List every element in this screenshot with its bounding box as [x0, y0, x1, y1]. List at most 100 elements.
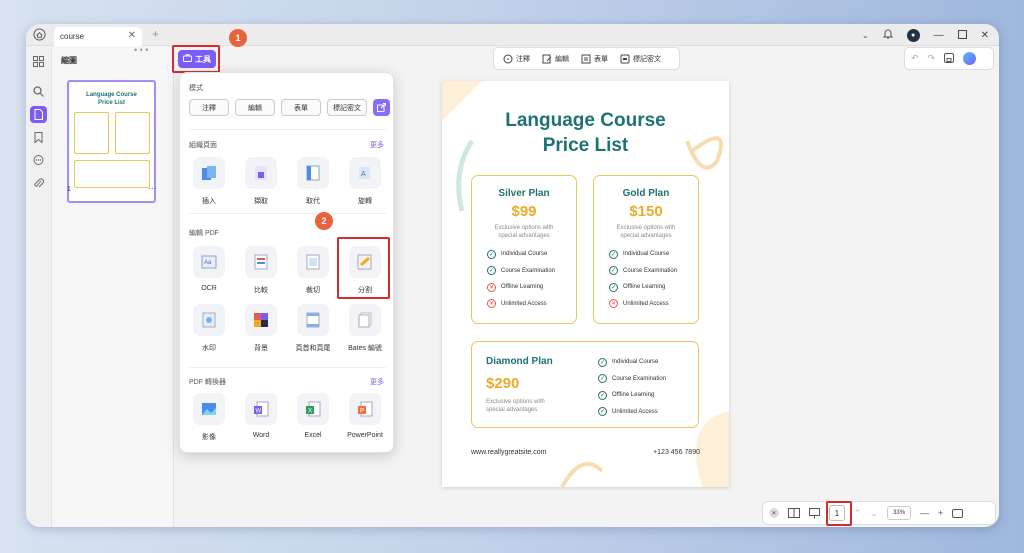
presentation-icon[interactable]: [809, 507, 820, 519]
zoom-out-icon[interactable]: —: [920, 508, 929, 518]
bates-icon: [349, 304, 381, 336]
tool-label: 裁切: [306, 287, 320, 294]
tool-ocr[interactable]: Aa OCR: [189, 246, 229, 292]
tool-label: 頁首和頁尾: [295, 345, 331, 352]
tool-label: Word: [252, 432, 270, 439]
avatar[interactable]: ●: [906, 28, 920, 42]
open-external-icon[interactable]: [373, 99, 390, 116]
page-thumbnail[interactable]: Language Course Price List: [67, 80, 156, 203]
cross-icon: ✕: [487, 299, 496, 309]
converter-section-label: PDF 轉換器: [189, 379, 226, 386]
page-view-icon[interactable]: [788, 508, 800, 518]
website-text: www.reallygreatsite.com: [471, 449, 547, 456]
crop-icon: [297, 246, 329, 278]
feature-item: ✓ Individual Course: [609, 249, 670, 259]
title-line-1: Language Course: [505, 110, 666, 131]
chevron-down-icon[interactable]: ⌄: [871, 508, 879, 519]
feature-list: ✓ Individual Course ✓ Course Examination ✓…: [598, 354, 666, 420]
document-tab[interactable]: course ✕: [54, 27, 142, 46]
organize-section-label: 組織頁面: [189, 142, 217, 149]
tool-bates-numbering[interactable]: Bates 編號: [345, 304, 385, 353]
plan-price: $99: [511, 203, 537, 220]
plan-price: $290: [486, 375, 520, 392]
home-icon[interactable]: [32, 27, 47, 42]
tool-background[interactable]: 背景: [241, 304, 281, 353]
tool-header-footer[interactable]: 頁首和頁尾: [293, 304, 333, 353]
tool-split[interactable]: 分割: [345, 246, 385, 295]
bell-icon[interactable]: [882, 26, 893, 44]
comment-button[interactable]: 注釋: [500, 52, 533, 66]
redact-button[interactable]: 標記密文: [617, 52, 664, 66]
new-tab-icon[interactable]: +: [152, 27, 159, 41]
tool-to-image[interactable]: 影像: [189, 393, 229, 442]
divider: [189, 129, 386, 130]
tool-rotate[interactable]: A 旋轉: [345, 157, 385, 206]
check-icon: ✓: [598, 374, 607, 384]
chevron-down-icon[interactable]: ⌄: [862, 31, 869, 40]
mode-comment-button[interactable]: 注釋: [189, 99, 229, 116]
tool-to-powerpoint[interactable]: P PowerPoint: [345, 393, 385, 439]
tool-label: 擷取: [254, 198, 268, 205]
silver-plan-card: Silver Plan $99 Exclusive options with sp…: [471, 175, 577, 324]
minimize-icon[interactable]: —: [934, 30, 944, 41]
search-icon[interactable]: [30, 83, 47, 100]
tool-label: 水印: [202, 345, 216, 352]
mode-edit-button[interactable]: 編輯: [235, 99, 275, 116]
fit-page-icon[interactable]: [952, 508, 964, 518]
left-rail: [26, 47, 52, 527]
attachment-icon[interactable]: [30, 175, 47, 192]
panel-title: 縮圖: [61, 56, 77, 65]
redo-icon[interactable]: ↷: [928, 53, 936, 64]
more-icon[interactable]: ···: [148, 183, 157, 193]
price-list-title: Language Course Price List: [442, 108, 729, 158]
bookmark-icon[interactable]: [30, 129, 47, 146]
divider: [189, 213, 386, 214]
form-button[interactable]: 表單: [578, 52, 611, 66]
svg-text:X: X: [308, 409, 312, 415]
zoom-in-icon[interactable]: +: [938, 508, 943, 518]
tool-insert[interactable]: 插入: [189, 157, 229, 206]
tools-button[interactable]: 工具: [178, 50, 216, 68]
organize-more-link[interactable]: 更多: [370, 140, 384, 150]
mode-redact-button[interactable]: 標記密文: [327, 99, 367, 116]
tab-close-icon[interactable]: ✕: [128, 30, 136, 41]
feature-item: ✕ Unlimited Access: [609, 299, 669, 309]
layers-icon[interactable]: [30, 525, 47, 527]
comment-icon[interactable]: [30, 152, 47, 169]
close-icon[interactable]: ✕: [769, 508, 779, 518]
step-badge-1: 1: [229, 29, 247, 47]
ai-assistant-icon[interactable]: [963, 52, 977, 65]
watermark-icon: [193, 304, 225, 336]
tool-to-excel[interactable]: X Excel: [293, 393, 333, 439]
cross-icon: ✕: [487, 282, 496, 292]
edit-button[interactable]: 編輯: [539, 52, 572, 66]
close-icon[interactable]: ✕: [981, 30, 989, 41]
tool-label: 取代: [306, 198, 320, 205]
thumbnails-icon[interactable]: [30, 106, 47, 123]
mode-form-button[interactable]: 表單: [281, 99, 321, 116]
feature-item: ✓ Individual Course: [487, 249, 548, 259]
svg-text:A: A: [361, 171, 366, 178]
plan-description: Exclusive options with special advantages: [486, 399, 545, 413]
tool-label: 插入: [202, 198, 216, 205]
background-icon: [245, 304, 277, 336]
page-number-input[interactable]: 1: [829, 505, 845, 521]
check-icon: ✓: [609, 266, 618, 276]
drag-handle-icon[interactable]: • • •: [134, 45, 148, 55]
chevron-up-icon[interactable]: ⌃: [854, 508, 862, 519]
save-icon[interactable]: [944, 50, 955, 68]
grid-icon[interactable]: [30, 53, 47, 70]
tool-compare[interactable]: 比較: [241, 246, 281, 295]
maximize-icon[interactable]: [957, 26, 967, 44]
tool-label: OCR: [201, 285, 217, 292]
tool-watermark[interactable]: 水印: [189, 304, 229, 353]
tool-extract[interactable]: 擷取: [241, 157, 281, 206]
plan-price: $150: [629, 203, 663, 220]
tool-replace[interactable]: 取代: [293, 157, 333, 206]
tool-crop[interactable]: 裁切: [293, 246, 333, 295]
undo-icon[interactable]: ↶: [911, 53, 919, 64]
ocr-icon: Aa: [193, 246, 225, 278]
converter-more-link[interactable]: 更多: [370, 377, 384, 387]
tool-to-word[interactable]: W Word: [241, 393, 281, 439]
zoom-level[interactable]: 33%: [887, 506, 912, 520]
